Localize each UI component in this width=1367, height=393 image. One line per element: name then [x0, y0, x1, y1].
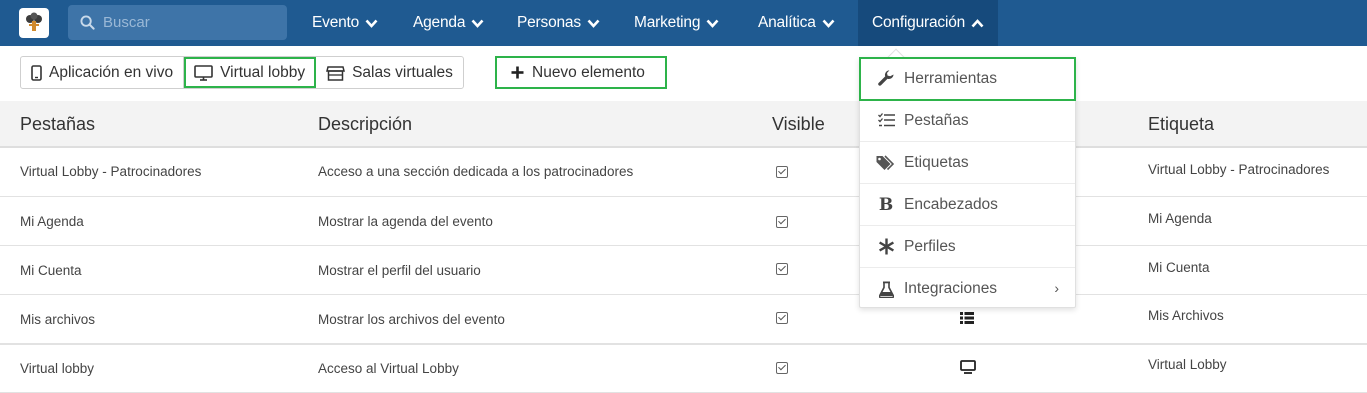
search-icon — [80, 15, 95, 30]
menu-item-herramientas[interactable]: Herramientas — [859, 57, 1076, 101]
menu-item-pestanas[interactable]: Pestañas — [860, 100, 1075, 142]
cell-tab: Mi Agenda — [20, 214, 84, 229]
flask-icon — [875, 281, 897, 298]
segment-label: Salas virtuales — [352, 63, 453, 81]
cell-label: Virtual Lobby - Patrocinadores — [1148, 162, 1330, 177]
menu-label: Pestañas — [904, 111, 969, 129]
new-element-button[interactable]: Nuevo elemento — [495, 56, 667, 89]
cell-label: Mi Agenda — [1148, 211, 1212, 226]
nav-label: Agenda — [413, 14, 466, 31]
chevron-down-icon — [706, 19, 719, 28]
tags-icon — [875, 154, 897, 171]
wrench-icon — [875, 69, 897, 88]
sub-toolbar: Aplicación en vivo Virtual lobby Salas v… — [0, 46, 1367, 101]
new-element-label: Nuevo elemento — [532, 63, 645, 81]
menu-item-integraciones[interactable]: Integraciones › — [860, 268, 1075, 310]
chevron-right-icon: › — [1054, 280, 1059, 296]
search-box[interactable] — [68, 5, 287, 40]
header-description[interactable]: Descripción — [318, 114, 412, 135]
segment-label: Virtual lobby — [220, 63, 306, 81]
plus-icon — [511, 66, 524, 79]
menu-item-perfiles[interactable]: Perfiles — [860, 226, 1075, 268]
cell-description: Mostrar el perfil del usuario — [318, 263, 481, 278]
cell-tab: Virtual Lobby - Patrocinadores — [20, 164, 202, 179]
top-navbar: Evento Agenda Personas Marketing Analíti… — [0, 0, 1367, 46]
cell-label: Mis Archivos — [1148, 308, 1224, 323]
menu-label: Encabezados — [904, 195, 998, 213]
chevron-up-icon — [971, 18, 984, 28]
chevron-down-icon — [822, 19, 835, 28]
table-row[interactable]: Virtual Lobby - Patrocinadores Acceso a … — [0, 148, 1367, 197]
cell-label: Mi Cuenta — [1148, 260, 1210, 275]
bold-icon: B — [878, 194, 894, 215]
asterisk-icon — [875, 238, 897, 255]
configuracion-dropdown: Herramientas Pestañas Etiquetas B Encabe… — [859, 48, 1076, 310]
nav-personas[interactable]: Personas — [517, 0, 600, 46]
cell-tab: Mi Cuenta — [20, 263, 82, 278]
segment-label: Aplicación en vivo — [49, 63, 174, 81]
menu-item-etiquetas[interactable]: Etiquetas — [860, 142, 1075, 184]
menu-label: Herramientas — [904, 69, 998, 87]
checklist-icon — [875, 113, 897, 128]
cell-label: Virtual Lobby — [1148, 357, 1227, 372]
cell-tab: Mis archivos — [20, 312, 96, 327]
app-logo[interactable] — [19, 8, 49, 38]
view-switcher: Aplicación en vivo Virtual lobby Salas v… — [20, 56, 464, 89]
mobile-icon — [31, 64, 42, 81]
menu-label: Etiquetas — [904, 153, 969, 171]
table-row[interactable]: Mi Cuenta Mostrar el perfil del usuario … — [0, 246, 1367, 295]
chevron-down-icon — [587, 19, 600, 28]
nav-label: Evento — [312, 14, 360, 31]
list-icon — [960, 312, 974, 324]
live-app-button[interactable]: Aplicación en vivo — [21, 57, 185, 88]
cell-description: Mostrar la agenda del evento — [318, 214, 493, 229]
header-label[interactable]: Etiqueta — [1148, 114, 1214, 135]
tree-logo-icon — [26, 12, 42, 31]
visible-checkbox[interactable] — [776, 312, 788, 324]
header-visible[interactable]: Visible — [772, 114, 825, 135]
table-header: Pestañas Descripción Visible Etiqueta — [0, 101, 1367, 148]
virtual-rooms-button[interactable]: Salas virtuales — [316, 57, 463, 88]
visible-checkbox[interactable] — [776, 362, 788, 374]
cell-description: Acceso al Virtual Lobby — [318, 361, 459, 376]
virtual-lobby-button[interactable]: Virtual lobby — [184, 57, 317, 88]
visible-checkbox[interactable] — [776, 166, 788, 178]
search-input[interactable] — [103, 14, 273, 31]
table-row[interactable]: Virtual lobby Acceso al Virtual Lobby Vi… — [0, 344, 1367, 393]
table-row[interactable]: Mis archivos Mostrar los archivos del ev… — [0, 295, 1367, 344]
cell-tab: Virtual lobby — [20, 361, 95, 376]
monitor-icon — [194, 64, 213, 81]
nav-label: Marketing — [634, 14, 701, 31]
chevron-down-icon — [365, 19, 378, 28]
nav-label: Configuración — [872, 14, 966, 31]
table-row[interactable]: Mi Agenda Mostrar la agenda del evento M… — [0, 197, 1367, 246]
menu-item-encabezados[interactable]: B Encabezados — [860, 184, 1075, 226]
visible-checkbox[interactable] — [776, 263, 788, 275]
nav-analitica[interactable]: Analítica — [758, 0, 835, 46]
monitor-icon — [960, 360, 976, 374]
nav-agenda[interactable]: Agenda — [413, 0, 484, 46]
cell-description: Acceso a una sección dedicada a los patr… — [318, 164, 634, 179]
nav-label: Analítica — [758, 14, 816, 31]
store-icon — [326, 65, 346, 81]
nav-label: Personas — [517, 14, 581, 31]
nav-marketing[interactable]: Marketing — [634, 0, 719, 46]
header-tabs[interactable]: Pestañas — [20, 114, 95, 135]
nav-evento[interactable]: Evento — [312, 0, 378, 46]
nav-configuracion[interactable]: Configuración — [858, 0, 999, 46]
visible-checkbox[interactable] — [776, 216, 788, 228]
menu-label: Integraciones — [904, 280, 998, 297]
menu-label: Perfiles — [904, 237, 956, 255]
cell-description: Mostrar los archivos del evento — [318, 312, 505, 327]
chevron-down-icon — [471, 19, 484, 28]
